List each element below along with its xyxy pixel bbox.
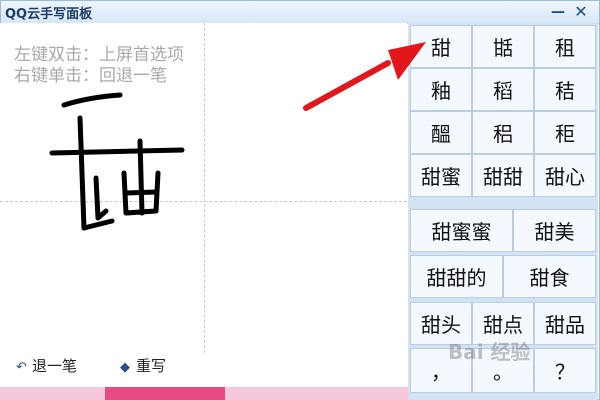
stroke-top (61, 92, 123, 108)
title-bar: QQ云手写面板 — ✕ (1, 1, 599, 24)
candidate-5[interactable]: 稻 (472, 68, 534, 111)
candidate-1[interactable]: 甜 (410, 25, 472, 68)
candidate-14[interactable]: 甜美 (513, 209, 596, 252)
writing-canvas[interactable]: 左键双击：上屏首选项 右键单击：回退一笔 ↶ 退一笔 ◆ 重写 (0, 23, 407, 400)
rewrite-label: 重写 (136, 357, 167, 375)
candidate-4[interactable]: 釉 (410, 68, 472, 111)
candidate-16[interactable]: 甜食 (503, 255, 596, 298)
eraser-icon: ◆ (120, 360, 130, 375)
candidate-6[interactable]: 秸 (534, 68, 596, 111)
stroke-vertical-main (77, 115, 87, 231)
candidate-9[interactable]: 秬 (534, 111, 596, 154)
minimize-button[interactable]: — (549, 3, 567, 21)
candidate-7[interactable]: 醞 (410, 111, 472, 154)
stroke-horizontal (49, 147, 185, 156)
candidate-13[interactable]: 甜蜜蜜 (410, 209, 513, 252)
handwritten-strokes (49, 92, 185, 231)
background-strip (0, 387, 408, 400)
rewrite-button[interactable]: ◆ 重写 (120, 355, 166, 377)
undo-arrow-icon: ↶ (16, 360, 27, 375)
undo-button[interactable]: ↶ 退一笔 (16, 355, 77, 377)
candidate-question[interactable]: ？ (534, 348, 596, 393)
candidate-2[interactable]: 甛 (472, 25, 534, 68)
stroke-left-box (93, 175, 109, 221)
background-strip-highlight (105, 387, 225, 400)
candidate-10[interactable]: 甜蜜 (410, 154, 472, 197)
baidu-watermark: Bai 经验 (448, 340, 531, 364)
close-button[interactable]: ✕ (572, 3, 590, 21)
candidate-12[interactable]: 甜心 (534, 154, 596, 197)
stroke-right-vertical (137, 138, 145, 216)
window-title: QQ云手写面板 (5, 7, 93, 22)
stroke-bottom (81, 218, 115, 231)
candidate-19[interactable]: 甜品 (534, 302, 596, 345)
undo-label: 退一笔 (32, 357, 78, 375)
candidate-8[interactable]: 稆 (472, 111, 534, 154)
candidate-15[interactable]: 甜甜的 (410, 255, 503, 298)
candidate-3[interactable]: 租 (534, 25, 596, 68)
candidate-11[interactable]: 甜甜 (472, 154, 534, 197)
